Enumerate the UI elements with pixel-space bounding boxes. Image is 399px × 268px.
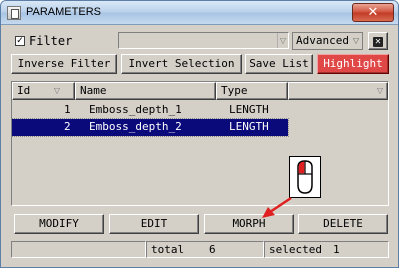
column-header-name[interactable]: Name xyxy=(75,82,216,100)
mouse-click-icon xyxy=(289,156,321,198)
parameters-list[interactable]: Id ▽ Name Type ▽ 1 Emboss_depth_1 LENGTH… xyxy=(11,81,389,206)
filter-mode-value: Advanced xyxy=(296,34,349,47)
clear-filter-button[interactable]: ✕ xyxy=(368,32,388,50)
parameters-window: PARAMETERS ✕ ✓ Filter ▽ Advanced ▽ ✕ Inv… xyxy=(0,0,399,268)
status-total: total 6 xyxy=(146,241,264,258)
filter-row: ✓ Filter ▽ Advanced ▽ ✕ xyxy=(11,31,388,51)
sort-icon: ▽ xyxy=(53,86,60,95)
column-header-extra[interactable]: ▽ xyxy=(288,82,388,100)
status-bar: total 6 selected 1 xyxy=(11,241,389,258)
status-total-label: total xyxy=(151,243,185,256)
clear-icon: ✕ xyxy=(372,37,384,47)
table-row[interactable]: 1 Emboss_depth_1 LENGTH xyxy=(12,102,288,119)
table-row-selected[interactable]: 2 Emboss_depth_2 LENGTH xyxy=(11,118,289,137)
app-icon xyxy=(7,6,21,20)
status-segment-empty xyxy=(11,241,146,258)
chevron-down-icon: ▽ xyxy=(352,36,359,45)
filter-dropdown-icon[interactable]: ▽ xyxy=(277,33,288,48)
row-name: Emboss_depth_1 xyxy=(89,103,182,116)
column-header-type[interactable]: Type xyxy=(216,82,288,100)
status-selected-label: selected xyxy=(269,243,322,256)
action-bar: MODIFY EDIT MORPH DELETE xyxy=(11,214,388,234)
row-type: LENGTH xyxy=(229,103,269,116)
filter-mode-select[interactable]: Advanced ▽ xyxy=(292,32,363,50)
window-title: PARAMETERS xyxy=(26,6,101,18)
modify-button[interactable]: MODIFY xyxy=(14,214,104,234)
row-name: Emboss_depth_2 xyxy=(89,120,182,133)
save-list-button[interactable]: Save List xyxy=(245,54,313,74)
column-header-id[interactable]: Id ▽ xyxy=(12,82,75,100)
status-selected-value: 1 xyxy=(333,243,340,256)
row-id: 1 xyxy=(64,103,71,116)
inverse-filter-button[interactable]: Inverse Filter xyxy=(11,54,117,74)
row-id: 2 xyxy=(64,120,71,133)
filter-checkbox[interactable]: ✓ xyxy=(15,36,25,46)
edit-button[interactable]: EDIT xyxy=(109,214,199,234)
toolbar: Inverse Filter Invert Selection Save Lis… xyxy=(11,54,389,74)
filter-input[interactable]: ▽ xyxy=(118,32,289,49)
row-type: LENGTH xyxy=(229,120,269,133)
close-button[interactable]: ✕ xyxy=(352,3,394,22)
highlight-button[interactable]: Highlight xyxy=(317,54,389,74)
column-menu-icon: ▽ xyxy=(376,86,383,95)
morph-button[interactable]: MORPH xyxy=(204,214,294,234)
status-selected: selected 1 xyxy=(264,241,389,258)
mouse-icon-graphic xyxy=(297,160,313,194)
delete-button[interactable]: DELETE xyxy=(298,214,388,234)
status-total-value: 6 xyxy=(209,243,216,256)
filter-label: Filter xyxy=(29,34,73,48)
invert-selection-button[interactable]: Invert Selection xyxy=(121,54,242,74)
column-header-id-label: Id xyxy=(17,84,31,97)
title-bar: PARAMETERS ✕ xyxy=(1,1,398,25)
